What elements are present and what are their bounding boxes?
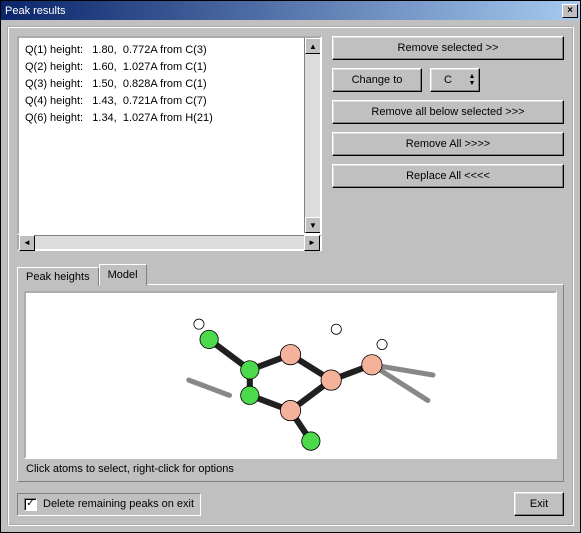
footer: ✓ Delete remaining peaks on exit Exit — [17, 492, 564, 516]
peak-list-wrap: Q(1) height: 1.80, 0.772A from C(3) Q(2)… — [17, 36, 322, 251]
change-to-button[interactable]: Change to — [332, 68, 422, 92]
tab-model[interactable]: Model — [99, 264, 147, 286]
content-frame: Q(1) height: 1.80, 0.772A from C(3) Q(2)… — [7, 26, 574, 526]
tab-bar: Peak heights Model — [17, 263, 564, 285]
horizontal-scrollbar[interactable]: ◄ ► — [17, 235, 322, 251]
list-item[interactable]: Q(4) height: 1.43, 0.721A from C(7) — [21, 93, 318, 110]
vertical-scrollbar[interactable]: ▲ ▼ — [304, 38, 320, 233]
canvas-hint: Click atoms to select, right-click for o… — [24, 459, 557, 475]
molecule-render — [26, 293, 555, 457]
element-value: C — [431, 74, 465, 86]
element-spinner[interactable]: C ▲▼ — [430, 68, 480, 92]
scroll-left-icon[interactable]: ◄ — [19, 235, 35, 251]
list-item[interactable]: Q(2) height: 1.60, 1.027A from C(1) — [21, 59, 318, 76]
list-item[interactable]: Q(6) height: 1.34, 1.027A from H(21) — [21, 110, 318, 127]
model-panel: Click atoms to select, right-click for o… — [17, 284, 564, 482]
delete-remaining-checkbox[interactable]: ✓ Delete remaining peaks on exit — [17, 493, 201, 516]
titlebar[interactable]: Peak results × — [1, 1, 580, 20]
button-column: Remove selected >> Change to C ▲▼ Remove… — [332, 36, 564, 251]
checkbox-label: Delete remaining peaks on exit — [43, 498, 194, 510]
top-row: Q(1) height: 1.80, 0.772A from C(3) Q(2)… — [17, 36, 564, 251]
list-item[interactable]: Q(1) height: 1.80, 0.772A from C(3) — [21, 42, 318, 59]
peak-listbox[interactable]: Q(1) height: 1.80, 0.772A from C(3) Q(2)… — [17, 36, 322, 235]
remove-below-button[interactable]: Remove all below selected >>> — [332, 100, 564, 124]
change-to-row: Change to C ▲▼ — [332, 68, 564, 92]
remove-selected-button[interactable]: Remove selected >> — [332, 36, 564, 60]
tab-peak-heights[interactable]: Peak heights — [17, 267, 99, 286]
spinner-arrows-icon[interactable]: ▲▼ — [465, 73, 479, 87]
scroll-down-icon[interactable]: ▼ — [305, 217, 321, 233]
close-icon[interactable]: × — [562, 4, 578, 18]
scroll-right-icon[interactable]: ► — [304, 235, 320, 251]
checkbox-icon[interactable]: ✓ — [24, 498, 37, 511]
exit-button[interactable]: Exit — [514, 492, 564, 516]
window-title: Peak results — [5, 5, 560, 17]
model-canvas[interactable] — [24, 291, 557, 459]
list-item[interactable]: Q(3) height: 1.50, 0.828A from C(1) — [21, 76, 318, 93]
peak-results-window: Peak results × Q(1) height: 1.80, 0.772A… — [0, 0, 581, 533]
remove-all-button[interactable]: Remove All >>>> — [332, 132, 564, 156]
scroll-up-icon[interactable]: ▲ — [305, 38, 321, 54]
replace-all-button[interactable]: Replace All <<<< — [332, 164, 564, 188]
